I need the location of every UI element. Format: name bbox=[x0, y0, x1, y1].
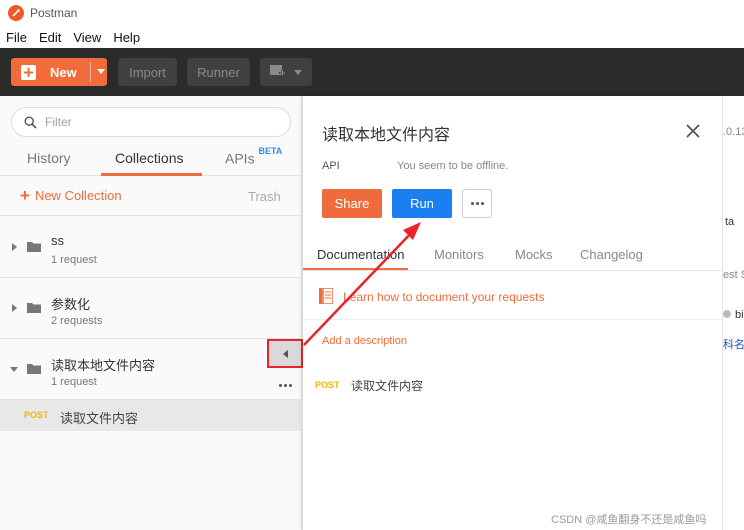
chevron-left-icon bbox=[282, 349, 288, 358]
tab-changelog[interactable]: Changelog bbox=[580, 247, 643, 262]
background-request-pane: .0.13 ta est S bi 科名 bbox=[722, 96, 744, 530]
more-options-button[interactable] bbox=[462, 189, 492, 218]
text-fragment: bi bbox=[723, 309, 744, 321]
new-window-button[interactable] bbox=[260, 58, 312, 86]
more-options-icon[interactable] bbox=[270, 375, 300, 395]
new-collection-label: New Collection bbox=[34, 188, 122, 203]
menu-help[interactable]: Help bbox=[113, 30, 140, 45]
collection-name: 读取本地文件内容 bbox=[51, 358, 156, 373]
tab-monitors[interactable]: Monitors bbox=[434, 247, 484, 262]
window-title: Postman bbox=[30, 6, 78, 20]
filter-field[interactable] bbox=[11, 107, 291, 137]
tab-history[interactable]: History bbox=[27, 150, 71, 166]
new-button-label: New bbox=[50, 64, 77, 80]
workspace: History Collections APIs BETA + New Colle… bbox=[0, 96, 744, 530]
active-tab-indicator bbox=[303, 268, 408, 270]
folder-icon bbox=[27, 303, 41, 313]
new-button[interactable]: New bbox=[11, 58, 107, 86]
postman-logo-icon bbox=[8, 5, 24, 21]
collection-actions: + New Collection Trash bbox=[0, 176, 302, 216]
add-description-link[interactable]: Add a description bbox=[322, 335, 407, 347]
runner-button[interactable]: Runner bbox=[187, 58, 250, 86]
chevron-down-icon[interactable] bbox=[10, 367, 18, 372]
share-button[interactable]: Share bbox=[322, 189, 382, 218]
folder-icon bbox=[27, 242, 41, 252]
menu-edit[interactable]: Edit bbox=[39, 30, 61, 45]
panel-title: 读取本地文件内容 bbox=[322, 127, 451, 144]
panel-tabs: Documentation Monitors Mocks Changelog bbox=[303, 239, 722, 271]
tab-documentation[interactable]: Documentation bbox=[317, 247, 404, 262]
request-item[interactable]: POST 读取文件内容 bbox=[0, 400, 302, 431]
menu-bar: File Edit View Help bbox=[0, 26, 744, 48]
tab-apis[interactable]: APIs BETA bbox=[225, 146, 282, 167]
new-collection-button[interactable]: + New Collection bbox=[20, 185, 122, 205]
book-icon bbox=[319, 288, 333, 304]
request-name[interactable]: 读取文件内容 bbox=[351, 377, 423, 394]
learn-row: Learn how to document your requests bbox=[303, 282, 722, 320]
fragment-label: bi bbox=[735, 309, 744, 321]
import-button[interactable]: Import bbox=[118, 58, 177, 86]
collection-item[interactable]: 参数化 2 requests bbox=[0, 278, 302, 339]
sidebar-tabs: History Collections APIs BETA bbox=[0, 146, 302, 176]
chevron-down-icon[interactable] bbox=[97, 69, 105, 74]
collection-count: 1 request bbox=[51, 254, 97, 266]
version-fragment: .0.13 bbox=[723, 126, 744, 138]
tab-collections[interactable]: Collections bbox=[115, 150, 183, 166]
collection-item-expanded[interactable]: 读取本地文件内容 1 request bbox=[0, 339, 302, 400]
main-toolbar: New Import Runner bbox=[0, 48, 744, 96]
run-button[interactable]: Run bbox=[392, 189, 452, 218]
link-fragment[interactable]: 科名 bbox=[723, 336, 744, 352]
chevron-down-icon bbox=[294, 69, 302, 75]
title-bar: Postman bbox=[0, 0, 744, 26]
plus-icon bbox=[21, 64, 36, 80]
collection-item[interactable]: ss 1 request bbox=[0, 217, 302, 278]
new-button-divider bbox=[90, 62, 91, 82]
collection-name: ss bbox=[51, 233, 64, 248]
chevron-right-icon[interactable] bbox=[12, 243, 17, 251]
chevron-right-icon[interactable] bbox=[12, 304, 17, 312]
collection-count: 2 requests bbox=[51, 315, 103, 327]
text-fragment: est S bbox=[723, 269, 744, 281]
sidebar: History Collections APIs BETA + New Colle… bbox=[0, 96, 302, 530]
method-badge: POST bbox=[315, 380, 340, 390]
learn-documentation-link[interactable]: Learn how to document your requests bbox=[343, 290, 544, 304]
collection-count: 1 request bbox=[51, 376, 97, 388]
folder-icon bbox=[27, 364, 41, 374]
collection-name: 参数化 bbox=[51, 297, 91, 312]
watermark: CSDN @咸鱼翻身不还是咸鱼吗 bbox=[551, 514, 707, 526]
search-icon bbox=[24, 115, 37, 129]
method-badge: POST bbox=[24, 410, 49, 420]
plus-icon: + bbox=[20, 185, 30, 205]
offline-status: You seem to be offline. bbox=[397, 160, 509, 172]
menu-view[interactable]: View bbox=[73, 30, 101, 45]
trash-link[interactable]: Trash bbox=[248, 189, 281, 204]
new-window-icon bbox=[270, 65, 286, 79]
collection-details-panel: 读取本地文件内容 API You seem to be offline. Sha… bbox=[303, 96, 722, 530]
tab-fragment: ta bbox=[725, 216, 735, 228]
tab-apis-label: APIs bbox=[225, 150, 255, 167]
request-name: 读取文件内容 bbox=[60, 411, 139, 426]
filter-input[interactable] bbox=[45, 115, 265, 129]
beta-badge: BETA bbox=[258, 146, 283, 156]
api-label: API bbox=[322, 160, 340, 172]
close-icon[interactable] bbox=[683, 121, 703, 141]
collapse-panel-button[interactable] bbox=[267, 339, 303, 368]
menu-file[interactable]: File bbox=[6, 30, 27, 45]
tab-mocks[interactable]: Mocks bbox=[515, 247, 553, 262]
